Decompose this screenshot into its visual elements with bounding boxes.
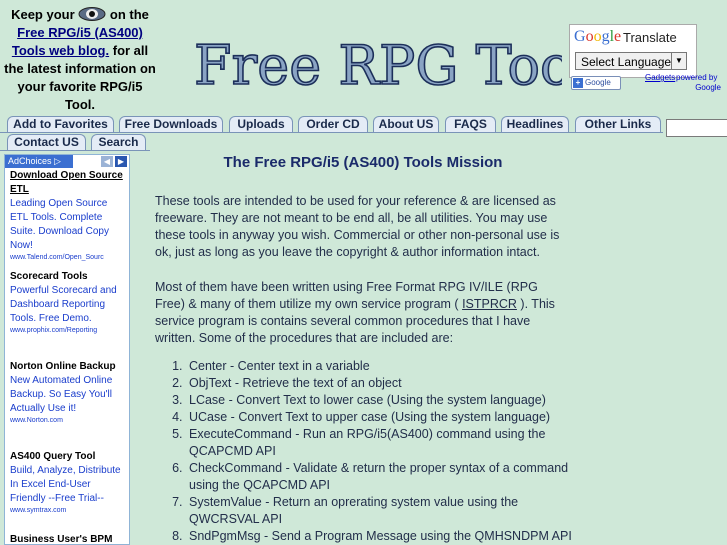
- ad-description[interactable]: Leading Open Source ETL Tools. Complete …: [10, 197, 128, 253]
- list-item: UCase - Convert Text to upper case (Usin…: [186, 409, 588, 426]
- ad-sidebar: AdChoices ▷ ◀ ▶ Download Open Source ETL…: [4, 154, 130, 545]
- ad-title[interactable]: Norton Online Backup: [10, 360, 128, 374]
- google-brand: Google: [574, 28, 622, 45]
- tab-other-links[interactable]: Other Links: [575, 116, 661, 132]
- list-item: ObjText - Retrieve the text of an object: [186, 375, 588, 392]
- tab-faqs[interactable]: FAQS: [445, 116, 496, 132]
- powered-by-label: powered by: [676, 73, 718, 82]
- mission-paragraph: These tools are intended to be used for …: [155, 194, 560, 259]
- tab-search[interactable]: Search: [91, 134, 146, 150]
- list-item: ExecuteCommand - Run an RPG/i5(AS400) co…: [186, 426, 588, 460]
- adchoices-icon: ▷: [54, 156, 61, 166]
- tab-contact-us[interactable]: Contact US: [7, 134, 86, 150]
- ad-description[interactable]: New Automated Online Backup. So Easy You…: [10, 374, 128, 416]
- dropdown-arrow-icon[interactable]: ▼: [671, 53, 686, 69]
- powered-by-bar: + Google Gadgets powered by Google: [571, 73, 723, 94]
- powered-by-google[interactable]: Google: [695, 83, 721, 92]
- procedure-list: Center - Center text in a variable ObjTe…: [169, 358, 588, 545]
- ad-next-icon[interactable]: ▶: [115, 156, 127, 167]
- promo-text-1: Keep your: [11, 7, 75, 22]
- istprcr-link[interactable]: ISTPRCR: [462, 297, 517, 311]
- add-to-google-button[interactable]: + Google: [571, 76, 621, 90]
- nav-divider: [0, 132, 663, 133]
- page-title: The Free RPG/i5 (AS400) Tools Mission: [223, 154, 503, 171]
- ad-url[interactable]: www.Talend.com/Open_Sourc: [10, 253, 128, 261]
- tab-free-downloads[interactable]: Free Downloads: [119, 116, 223, 132]
- ad-url[interactable]: www.symtrax.com: [10, 506, 128, 516]
- tab-order-cd[interactable]: Order CD: [298, 116, 368, 132]
- ad-title[interactable]: Download Open Source ETL: [10, 169, 128, 197]
- list-item: LCase - Convert Text to lower case (Usin…: [186, 392, 588, 409]
- ad-item[interactable]: Business User's BPM: [10, 533, 128, 544]
- ad-item[interactable]: AS400 Query Tool Build, Analyze, Distrib…: [10, 450, 128, 516]
- main-content: The Free RPG/i5 (AS400) Tools Mission Th…: [155, 154, 575, 543]
- translate-label: Translate: [623, 30, 677, 45]
- tab-add-to-favorites[interactable]: Add to Favorites: [7, 116, 114, 132]
- procedures-intro-paragraph: Most of them have been written using Fre…: [155, 279, 571, 347]
- tab-about-us[interactable]: About US: [373, 116, 439, 132]
- ad-title[interactable]: AS400 Query Tool: [10, 450, 128, 464]
- language-select[interactable]: Select Language ▼: [575, 52, 687, 70]
- ad-url[interactable]: www.Norton.com: [10, 416, 128, 426]
- ad-title[interactable]: Scorecard Tools: [10, 270, 128, 284]
- ad-title[interactable]: Business User's BPM: [10, 533, 128, 544]
- ad-item[interactable]: Download Open Source ETL Leading Open So…: [10, 169, 128, 261]
- ad-item[interactable]: Scorecard Tools Powerful Scorecard and D…: [10, 270, 128, 336]
- list-item: Center - Center text in a variable: [186, 358, 588, 375]
- promo-text-2: on the: [109, 7, 149, 22]
- ad-item[interactable]: Norton Online Backup New Automated Onlin…: [10, 360, 128, 426]
- language-select-value: Select Language: [581, 55, 672, 69]
- ad-description[interactable]: Powerful Scorecard and Dashboard Reporti…: [10, 284, 128, 326]
- site-logo: Free RPG Tools: [193, 33, 562, 96]
- ad-url[interactable]: www.prophix.com/Reporting: [10, 326, 128, 336]
- nav-divider-2: [0, 150, 150, 151]
- google-translate-widget: Google Translate Select Language ▼: [569, 24, 697, 78]
- adchoices-badge[interactable]: AdChoices ▷: [5, 155, 73, 168]
- blog-promo: Keep your on the Free RPG/i5 (AS400) Too…: [2, 6, 158, 114]
- plus-icon: +: [573, 78, 583, 88]
- tab-headlines[interactable]: Headlines: [501, 116, 569, 132]
- site-logo-text: Free RPG Tools: [194, 34, 562, 96]
- list-item: CheckCommand - Validate & return the pro…: [186, 460, 588, 494]
- list-item: SystemValue - Return an oprerating syste…: [186, 494, 588, 528]
- search-input[interactable]: [666, 119, 727, 137]
- ad-prev-icon[interactable]: ◀: [101, 156, 113, 167]
- eye-icon: [78, 7, 106, 21]
- gadgets-link[interactable]: Gadgets: [645, 73, 675, 82]
- list-item: SndPgmMsg - Send a Program Message using…: [186, 528, 588, 545]
- tab-uploads[interactable]: Uploads: [229, 116, 293, 132]
- ad-description[interactable]: Build, Analyze, Distribute In Excel End-…: [10, 464, 128, 506]
